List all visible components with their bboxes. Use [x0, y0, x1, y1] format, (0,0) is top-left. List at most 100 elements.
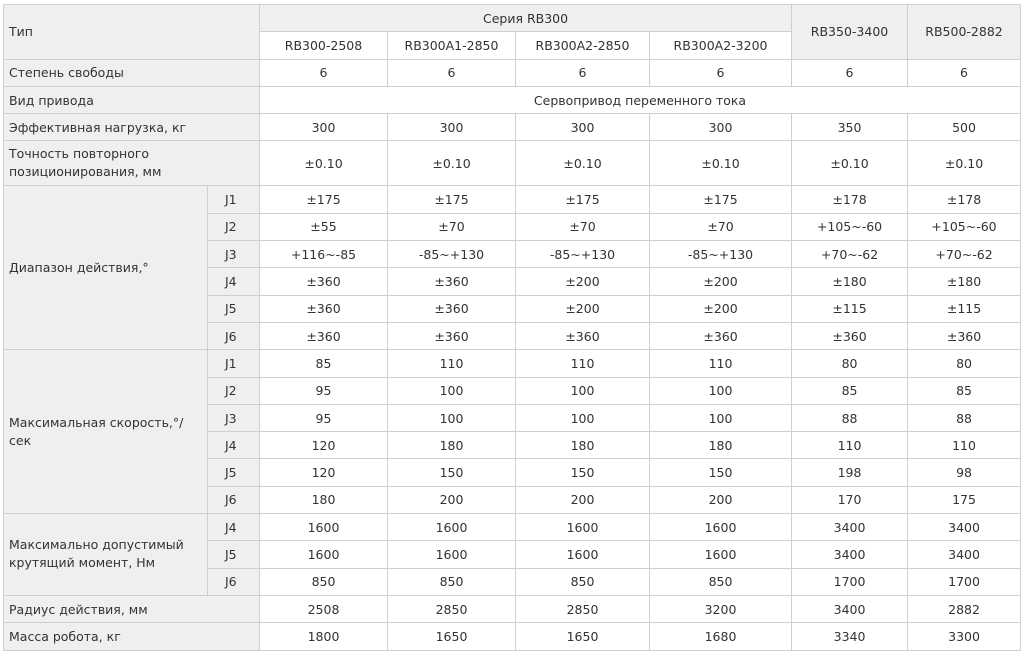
value-cell: ±180 — [907, 267, 1022, 296]
value-cell: ±180 — [791, 267, 909, 296]
value-cell: 1600 — [648, 540, 793, 569]
value-cell: 100 — [648, 376, 793, 405]
value-cell: ±0.10 — [791, 140, 909, 187]
value-cell: 1600 — [648, 513, 793, 542]
value-cell: 3300 — [907, 622, 1022, 651]
value-cell: ±200 — [648, 267, 793, 296]
value-cell: ±70 — [515, 212, 650, 242]
model-header: RB350-3400 — [791, 4, 909, 60]
drive-value: Сервопривод переменного тока — [258, 85, 1022, 115]
value-cell: 170 — [791, 485, 909, 515]
value-cell: 180 — [387, 431, 516, 460]
value-cell: ±360 — [791, 321, 909, 351]
value-cell: 100 — [387, 403, 516, 433]
axis-label: J6 — [207, 567, 260, 596]
value-cell: 150 — [387, 458, 516, 487]
value-cell: 200 — [387, 485, 516, 515]
value-cell: 175 — [907, 485, 1022, 515]
value-cell: ±178 — [791, 185, 909, 214]
value-cell: 110 — [515, 349, 650, 378]
value-cell: +70~-62 — [907, 240, 1022, 269]
model-header: RB300A2-3200 — [648, 31, 793, 60]
value-cell: 850 — [648, 567, 793, 596]
value-cell: 1600 — [387, 513, 516, 542]
value-cell: 100 — [515, 376, 650, 405]
value-cell: 198 — [791, 458, 909, 487]
value-cell: 88 — [907, 403, 1022, 433]
reach-row: Радиус действия, мм 2508 2850 2850 3200 3400 2… — [3, 594, 1022, 624]
axis-label: J4 — [207, 267, 260, 296]
value-cell: 1700 — [791, 567, 909, 596]
row-label: Эффективная нагрузка, кг — [3, 113, 260, 142]
value-cell: ±360 — [259, 321, 388, 351]
value-cell: 180 — [515, 431, 650, 460]
range-row: Диапазон действия,° J1 ±175 ±175 ±175 ±175 ±17… — [3, 185, 1022, 351]
value-cell: 6 — [515, 58, 650, 87]
model-header: RB500-2882 — [907, 4, 1022, 60]
value-cell: 3400 — [791, 594, 909, 624]
value-cell: 1600 — [387, 540, 516, 569]
dof-row: Степень свободы 6 6 6 6 6 6 — [3, 58, 1022, 87]
axis-label: J3 — [207, 240, 260, 269]
value-cell: ±360 — [907, 321, 1022, 351]
value-cell: 850 — [259, 567, 388, 596]
axis-label: J2 — [207, 376, 260, 405]
axis-label: J4 — [207, 513, 260, 542]
value-cell: +105~-60 — [907, 212, 1022, 242]
axis-label: J1 — [207, 185, 260, 214]
value-cell: 85 — [791, 376, 909, 405]
header-row: Тип Серия RB300 RB350-3400 RB500-2882 — [3, 3, 1022, 60]
value-cell: 88 — [791, 403, 909, 433]
value-cell: ±0.10 — [515, 140, 650, 187]
value-cell: ±0.10 — [648, 140, 793, 187]
value-cell: 1800 — [259, 622, 388, 651]
model-header: RB300A2-2850 — [515, 31, 650, 60]
value-cell: 1600 — [515, 540, 650, 569]
value-cell: ±360 — [515, 321, 650, 351]
value-cell: ±200 — [648, 294, 793, 323]
value-cell: 1650 — [387, 622, 516, 651]
value-cell: ±0.10 — [259, 140, 388, 187]
value-cell: 1700 — [907, 567, 1022, 596]
row-label: Точность повторного позиционирования, мм — [3, 140, 260, 187]
value-cell: 3340 — [791, 622, 909, 651]
value-cell: ±200 — [515, 294, 650, 323]
value-cell: 98 — [907, 458, 1022, 487]
value-cell: +70~-62 — [791, 240, 909, 269]
model-header: RB300-2508 — [259, 31, 388, 60]
value-cell: 6 — [648, 58, 793, 87]
value-cell: 850 — [515, 567, 650, 596]
row-label: Степень свободы — [3, 58, 260, 87]
value-cell: 300 — [515, 113, 650, 142]
value-cell: 85 — [907, 376, 1022, 405]
value-cell: 300 — [648, 113, 793, 142]
value-cell: ±175 — [648, 185, 793, 214]
value-cell: ±175 — [387, 185, 516, 214]
value-cell: 3400 — [791, 540, 909, 569]
value-cell: 200 — [515, 485, 650, 515]
value-cell: 6 — [907, 58, 1022, 87]
value-cell: 100 — [387, 376, 516, 405]
value-cell: 1650 — [515, 622, 650, 651]
value-cell: 180 — [648, 431, 793, 460]
group-label: Максимальная скорость,°/сек — [3, 349, 208, 515]
value-cell: 850 — [387, 567, 516, 596]
value-cell: 3200 — [648, 594, 793, 624]
value-cell: 150 — [648, 458, 793, 487]
value-cell: 6 — [259, 58, 388, 87]
value-cell: +105~-60 — [791, 212, 909, 242]
value-cell: 2850 — [387, 594, 516, 624]
value-cell: ±178 — [907, 185, 1022, 214]
drive-row: Вид привода Сервопривод переменного тока — [3, 85, 1022, 115]
value-cell: ±0.10 — [907, 140, 1022, 187]
value-cell: 110 — [907, 431, 1022, 460]
mass-row: Масса робота, кг 1800 1650 1650 1680 3340 3300 — [3, 622, 1022, 651]
spec-table: Тип Серия RB300 RB350-3400 RB500-2882 RB300-… — [3, 3, 1022, 651]
group-label: Диапазон действия,° — [3, 185, 208, 351]
axis-label: J5 — [207, 458, 260, 487]
value-cell: 95 — [259, 403, 388, 433]
value-cell: ±360 — [259, 267, 388, 296]
axis-label: J2 — [207, 212, 260, 242]
value-cell: 120 — [259, 458, 388, 487]
value-cell: 110 — [387, 349, 516, 378]
